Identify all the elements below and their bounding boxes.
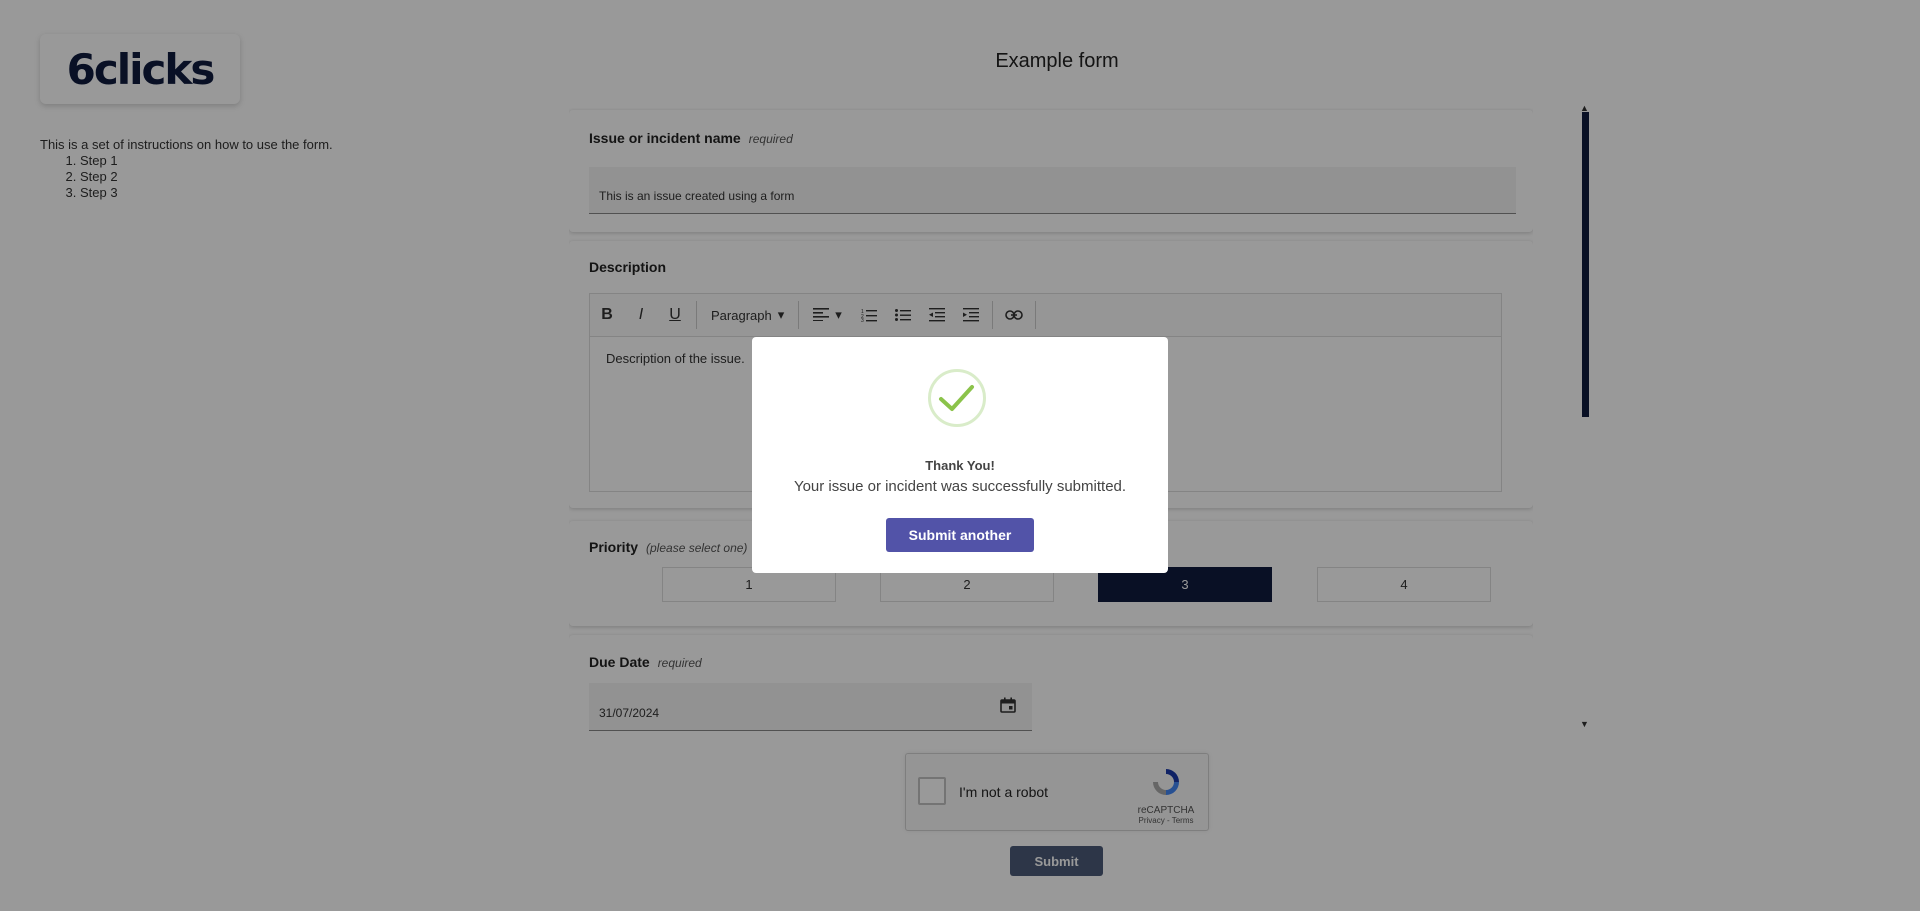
modal-message: Your issue or incident was successfully … (793, 478, 1127, 495)
submit-another-button[interactable]: Submit another (886, 518, 1034, 552)
success-check-icon (928, 369, 986, 427)
success-modal: Thank You! Your issue or incident was su… (752, 337, 1168, 573)
modal-title: Thank You! (925, 458, 995, 473)
